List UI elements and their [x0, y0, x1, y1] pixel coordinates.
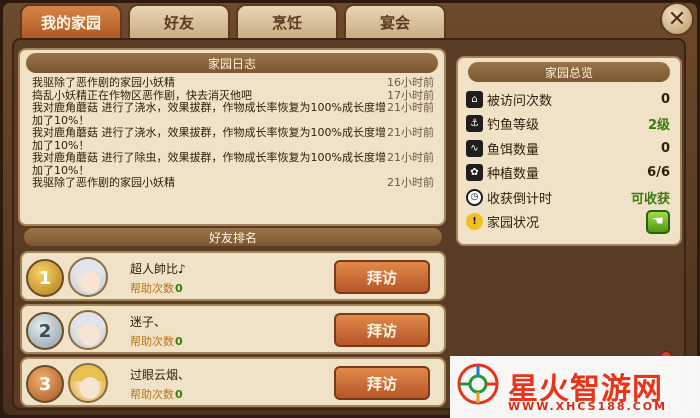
log-entry-time: 21小时前 [387, 101, 434, 114]
overview-label: 鱼饵数量 [487, 142, 540, 158]
watermark-logo: 星火智游网 WWW.XHCS188.COM [450, 356, 700, 418]
overview-value: 0 [660, 91, 670, 107]
house-icon: ⌂ [466, 90, 483, 108]
warning-icon: ! [466, 213, 483, 231]
overview-row-visits: ⌂ 被访问次数 0 [466, 87, 670, 112]
log-entry-text: 我对鹿角蘑菇 进行了浇水，效果拔群，作物成长率恢复为100%成长度增加了10%！ [32, 101, 386, 127]
tab-my-home[interactable]: 我的家园 [20, 4, 122, 38]
ranking-row: 1 超人帥比♪ 帮助次数0 拜访 [20, 251, 446, 301]
log-entry-time: 21小时前 [387, 151, 434, 164]
log-entry: 我驱除了恶作剧的家园小妖精 21小时前 [32, 176, 434, 190]
log-entry-text: 我驱除了恶作剧的家园小妖精 [32, 176, 175, 189]
watermark-url: WWW.XHCS188.COM [508, 400, 668, 413]
ranking-row: 2 迷子、 帮助次数0 拜访 [20, 304, 446, 354]
tab-banquet[interactable]: 宴会 [344, 4, 446, 38]
friend-name: 迷子、 [130, 315, 167, 329]
log-entry: 我驱除了恶作剧的家园小妖精 16小时前 [32, 76, 434, 90]
overview-value: 2级 [647, 118, 670, 134]
rank-medal-gold-icon: 1 [26, 259, 64, 297]
log-entry: 我对鹿角蘑菇 进行了浇水，效果拔群，作物成长率恢复为100%成长度增加了10%！… [32, 126, 434, 152]
overview-value: 6/6 [647, 165, 670, 181]
log-entry: 我对鹿角蘑菇 进行了除虫，效果拔群，作物成长率恢复为100%成长度增加了10%！… [32, 151, 434, 177]
bait-icon: ∿ [466, 139, 483, 157]
fishing-hook-icon: ⚓ [466, 115, 483, 133]
overview-row-fishing: ⚓ 钓鱼等级 2级 [466, 112, 670, 137]
home-status-hand-icon[interactable]: ☚ [646, 209, 670, 234]
visit-button[interactable]: 拜访 [334, 260, 430, 294]
overview-label: 钓鱼等级 [487, 118, 540, 134]
friend-ranking-title: 好友排名 [24, 228, 442, 246]
overview-value: 0 [660, 140, 670, 156]
tab-friends[interactable]: 好友 [128, 4, 230, 38]
overview-label: 家园状况 [487, 216, 540, 232]
friend-name: 超人帥比♪ [130, 262, 186, 276]
home-overview-panel: 家园总览 ⌂ 被访问次数 0 ⚓ 钓鱼等级 2级 ∿ 鱼饵数量 0 ✿ 种植数量… [456, 56, 682, 246]
home-log-panel: 家园日志 我驱除了恶作剧的家园小妖精 16小时前 捣乱小妖精正在作物区恶作剧，快… [18, 48, 446, 226]
friend-name: 过眼云烟、 [130, 368, 191, 382]
sprout-icon: ✿ [466, 164, 483, 182]
home-overview-title: 家园总览 [468, 62, 670, 82]
watermark-emblem-icon [457, 363, 499, 405]
overview-label: 收获倒计时 [487, 191, 553, 207]
friend-avatar[interactable] [68, 257, 108, 297]
overview-row-status: ! 家园状况 ☚ [466, 209, 670, 235]
visit-button[interactable]: 拜访 [334, 313, 430, 347]
close-button[interactable]: ✕ [660, 2, 694, 36]
tab-bar: 我的家园 好友 烹饪 宴会 [20, 4, 446, 40]
rank-medal-silver-icon: 2 [26, 312, 64, 350]
log-entry-text: 我对鹿角蘑菇 进行了浇水，效果拔群，作物成长率恢复为100%成长度增加了10%！ [32, 126, 386, 152]
log-entry: 我对鹿角蘑菇 进行了浇水，效果拔群，作物成长率恢复为100%成长度增加了10%！… [32, 101, 434, 127]
log-entry-time: 21小时前 [387, 126, 434, 139]
log-entry-time: 21小时前 [387, 176, 434, 189]
visit-button[interactable]: 拜访 [334, 366, 430, 400]
log-entry-text: 我驱除了恶作剧的家园小妖精 [32, 76, 175, 89]
log-entry-text: 我对鹿角蘑菇 进行了除虫，效果拔群，作物成长率恢复为100%成长度增加了10%！ [32, 151, 386, 177]
ranking-row: 3 过眼云烟、 帮助次数0 拜访 [20, 357, 446, 407]
help-count: 帮助次数0 [130, 388, 183, 401]
tab-cooking[interactable]: 烹饪 [236, 4, 338, 38]
overview-row-planting: ✿ 种植数量 6/6 [466, 161, 670, 186]
home-log-title: 家园日志 [26, 53, 438, 73]
overview-label: 种植数量 [487, 167, 540, 183]
home-log-list[interactable]: 我驱除了恶作剧的家园小妖精 16小时前 捣乱小妖精正在作物区恶作剧，快去消灭他吧… [20, 73, 444, 190]
clock-icon: ◷ [466, 188, 483, 206]
help-count: 帮助次数0 [130, 282, 183, 295]
overview-row-bait: ∿ 鱼饵数量 0 [466, 136, 670, 161]
overview-label: 被访问次数 [487, 93, 553, 109]
rank-medal-bronze-icon: 3 [26, 365, 64, 403]
overview-row-harvest: ◷ 收获倒计时 可收获 [466, 185, 670, 210]
friend-avatar[interactable] [68, 363, 108, 403]
friend-avatar[interactable] [68, 310, 108, 350]
help-count: 帮助次数0 [130, 335, 183, 348]
overview-value: 可收获 [630, 191, 670, 207]
log-entry-time: 16小时前 [387, 76, 434, 89]
